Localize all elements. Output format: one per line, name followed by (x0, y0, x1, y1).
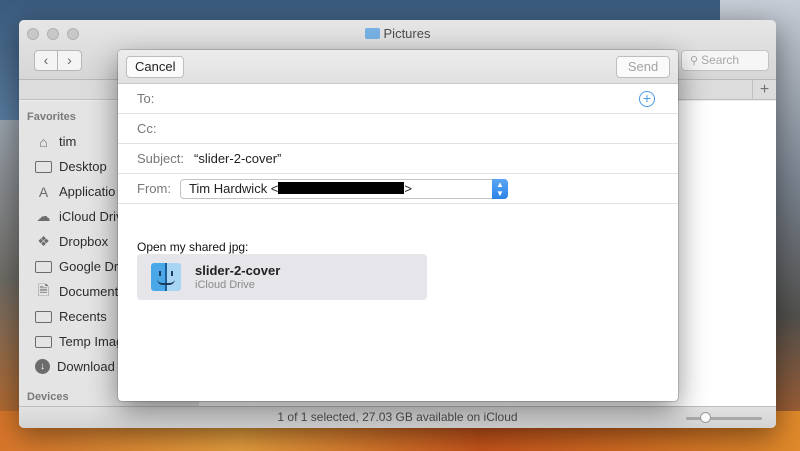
select-stepper-icon[interactable]: ▲ ▼ (491, 178, 508, 199)
documents-icon: 🗎 (37, 281, 50, 298)
downloads-icon: ↓ (35, 359, 50, 374)
from-field: From: Tim Hardwick < > ▲ ▼ (118, 174, 678, 204)
add-tab-button[interactable]: + (752, 80, 776, 100)
cc-field[interactable]: Cc: (118, 114, 678, 144)
redacted-email (278, 181, 405, 194)
applications-icon: A (38, 183, 49, 200)
from-suffix: > (404, 180, 412, 196)
search-icon: ⚲ (690, 55, 699, 67)
from-name: Tim Hardwick < (188, 180, 279, 196)
attachment-name: slider-2-cover (195, 263, 281, 278)
nav-buttons: ‹ › (34, 50, 82, 71)
attachment-location: iCloud Drive (195, 279, 255, 291)
mail-compose-sheet: Cancel Send To: + Cc: Subject: “slider-2… (118, 50, 678, 401)
home-icon: ⌂ (39, 133, 48, 150)
status-bar: 1 of 1 selected, 27.03 GB available on i… (19, 406, 776, 428)
attachment-card[interactable]: slider-2-cover iCloud Drive (137, 254, 427, 300)
subject-field[interactable]: Subject: “slider-2-cover” (118, 144, 678, 174)
send-button[interactable]: Send (616, 56, 670, 78)
message-body[interactable]: Open my shared jpg: slider-2-cover iClou… (118, 204, 678, 401)
subject-label: Subject: (137, 151, 184, 166)
cc-label: Cc: (137, 121, 157, 136)
folder-icon (35, 260, 52, 273)
window-title: Pictures (19, 26, 776, 41)
recents-icon (35, 310, 52, 323)
folder-icon (35, 335, 52, 348)
finder-icon (151, 263, 181, 291)
from-account-select[interactable]: Tim Hardwick < > ▲ ▼ (179, 178, 508, 199)
forward-button[interactable]: › (58, 50, 82, 71)
subject-value[interactable]: “slider-2-cover” (194, 151, 281, 166)
from-label: From: (137, 181, 171, 196)
icon-size-slider-knob[interactable] (700, 412, 711, 423)
to-field[interactable]: To: + (118, 84, 678, 114)
desktop-icon (35, 160, 52, 173)
add-recipient-icon[interactable]: + (639, 91, 655, 107)
shared-file-label: Open my shared jpg: (137, 240, 249, 254)
cancel-button[interactable]: Cancel (126, 56, 185, 78)
icon-size-slider[interactable] (686, 412, 762, 423)
folder-icon (364, 28, 380, 39)
back-button[interactable]: ‹ (34, 50, 58, 71)
compose-toolbar: Cancel Send (118, 50, 678, 84)
status-text: 1 of 1 selected, 27.03 GB available on i… (277, 410, 518, 424)
dropbox-icon: ❖ (37, 233, 50, 249)
to-label: To: (137, 91, 155, 106)
search-input[interactable]: ⚲ Search (681, 50, 769, 71)
cloud-icon: ☁ (36, 208, 51, 224)
